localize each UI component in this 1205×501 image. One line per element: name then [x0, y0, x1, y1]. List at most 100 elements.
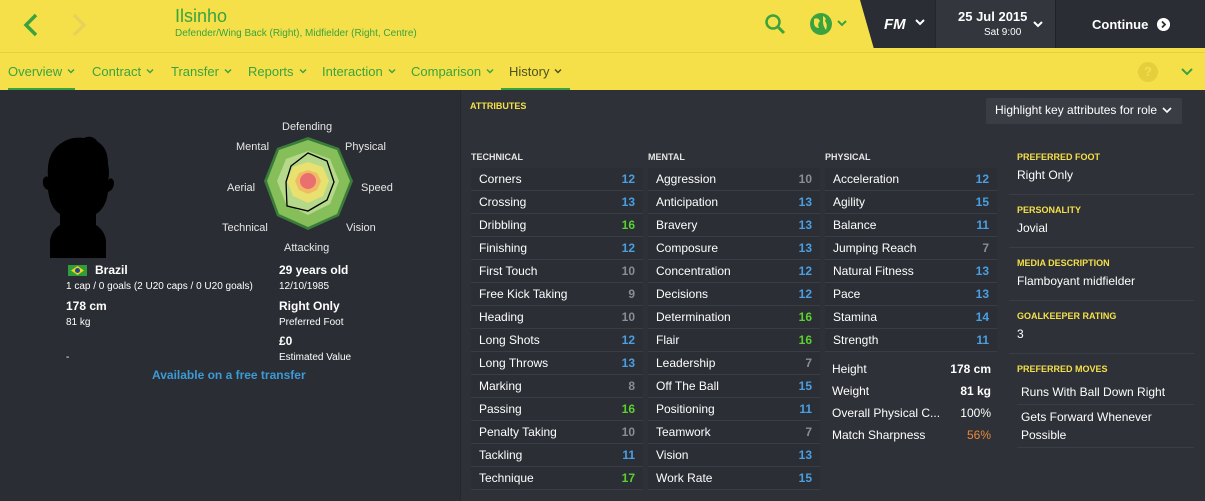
attribute-row[interactable]: Teamwork 7	[648, 421, 820, 444]
stat-value: 56%	[966, 428, 991, 442]
attribute-row[interactable]: Finishing 12	[471, 237, 643, 260]
attribute-row[interactable]: Free Kick Taking 9	[471, 283, 643, 306]
attribute-row[interactable]: Bravery 13	[648, 214, 820, 237]
attribute-row[interactable]: Off The Ball 15	[648, 375, 820, 398]
date-display[interactable]: 25 Jul 2015 Sat 9:00	[935, 0, 1055, 48]
attribute-row[interactable]: Long Throws 13	[471, 352, 643, 375]
tab-reports[interactable]: Reports	[248, 53, 307, 91]
attribute-row[interactable]: Determination 16	[648, 306, 820, 329]
attribute-row[interactable]: Natural Fitness 13	[825, 260, 997, 283]
forward-arrow-icon[interactable]	[66, 10, 92, 40]
chevron-down-icon	[299, 68, 307, 74]
player-age: 29 years old	[279, 263, 349, 277]
attribute-value: 11	[976, 333, 989, 347]
attribute-value: 16	[798, 310, 812, 324]
attribute-name: Free Kick Taking	[479, 287, 568, 301]
chevron-down-icon[interactable]	[1032, 18, 1044, 30]
attribute-value: 12	[621, 333, 635, 347]
physical-attributes: Acceleration 12 Agility 15 Balance 11 Jumping …	[825, 168, 997, 352]
attribute-value: 17	[621, 471, 635, 485]
radar-label-technical: Technical	[222, 222, 268, 234]
radar-label-vision: Vision	[346, 222, 376, 234]
chevron-down-icon	[486, 68, 494, 74]
attribute-row[interactable]: Leadership 7	[648, 352, 820, 375]
brazil-flag-icon	[68, 265, 87, 276]
help-button[interactable]: ?	[1138, 62, 1158, 82]
physical-header: PHYSICAL	[825, 152, 871, 162]
attribute-row[interactable]: Crossing 13	[471, 191, 643, 214]
preferred-foot-value: Right Only	[279, 299, 340, 313]
attribute-name: Positioning	[656, 402, 715, 416]
attribute-row[interactable]: Balance 11	[825, 214, 997, 237]
fm-logo[interactable]: FM	[884, 16, 906, 33]
physical-stats: Height 178 cm Weight 81 kg Overall Physi…	[824, 358, 999, 446]
attribute-name: Determination	[656, 310, 731, 324]
attribute-row[interactable]: Passing 16	[471, 398, 643, 421]
chevron-down-icon	[67, 68, 75, 74]
continue-arrow-icon	[1157, 18, 1170, 31]
attribute-row[interactable]: Agility 15	[825, 191, 997, 214]
attribute-row[interactable]: Positioning 11	[648, 398, 820, 421]
attribute-row[interactable]: Acceleration 12	[825, 168, 997, 191]
attribute-name: Marking	[479, 379, 522, 393]
attribute-value: 13	[621, 195, 635, 209]
attribute-name: Leadership	[656, 356, 716, 370]
attribute-name: Acceleration	[833, 172, 900, 186]
highlight-role-label: Highlight key attributes for role	[995, 103, 1158, 117]
attribute-row[interactable]: Decisions 12	[648, 283, 820, 306]
attribute-name: Long Throws	[479, 356, 549, 370]
attribute-name: Corners	[479, 172, 522, 186]
attribute-name: Vision	[656, 448, 689, 462]
tab-comparison[interactable]: Comparison	[411, 53, 494, 91]
attribute-row[interactable]: Heading 10	[471, 306, 643, 329]
attribute-row[interactable]: First Touch 10	[471, 260, 643, 283]
nationality: Brazil	[95, 263, 128, 277]
tab-history[interactable]: History	[501, 53, 571, 91]
attribute-row[interactable]: Concentration 12	[648, 260, 820, 283]
tab-contract[interactable]: Contract	[92, 53, 154, 91]
attribute-name: Bravery	[656, 218, 698, 232]
attribute-row[interactable]: Tackling 11	[471, 444, 643, 467]
attribute-row[interactable]: Long Shots 12	[471, 329, 643, 352]
tab-transfer[interactable]: Transfer	[171, 53, 232, 91]
radar-label-aerial: Aerial	[227, 182, 256, 194]
player-dob: 12/10/1985	[279, 281, 330, 292]
attribute-row[interactable]: Composure 13	[648, 237, 820, 260]
attribute-row[interactable]: Anticipation 13	[648, 191, 820, 214]
attribute-row[interactable]: Marking 8	[471, 375, 643, 398]
transfer-status-link[interactable]: Available on a free transfer	[152, 368, 306, 382]
attribute-row[interactable]: Aggression 10	[648, 168, 820, 191]
attribute-name: Work Rate	[656, 471, 713, 485]
tab-overview[interactable]: Overview	[8, 53, 76, 91]
attribute-row[interactable]: Jumping Reach 7	[825, 237, 997, 260]
chevron-down-icon[interactable]	[914, 16, 926, 28]
attribute-row[interactable]: Work Rate 15	[648, 467, 820, 490]
chevron-down-icon[interactable]	[1180, 66, 1194, 78]
attribute-name: Teamwork	[656, 425, 711, 439]
attribute-row[interactable]: Penalty Taking 10	[471, 421, 643, 444]
attribute-value: 16	[798, 333, 812, 347]
radar-label-mental: Mental	[236, 141, 270, 153]
highlight-role-dropdown[interactable]: Highlight key attributes for role	[986, 98, 1182, 124]
attribute-row[interactable]: Strength 11	[825, 329, 997, 352]
search-icon[interactable]	[763, 12, 787, 36]
tab-interaction[interactable]: Interaction	[322, 53, 396, 91]
profile-panel: Defending Physical Speed Vision Attackin…	[0, 90, 460, 501]
attribute-row[interactable]: Corners 12	[471, 168, 643, 191]
attribute-row[interactable]: Dribbling 16	[471, 214, 643, 237]
attribute-value: 9	[628, 287, 635, 301]
player-name: Ilsinho	[175, 6, 228, 26]
attribute-row[interactable]: Vision 13	[648, 444, 820, 467]
radar-label-attacking: Attacking	[284, 242, 330, 254]
attribute-name: Penalty Taking	[479, 425, 557, 439]
globe-icon[interactable]	[808, 10, 852, 38]
attribute-value: 11	[799, 402, 812, 416]
attribute-row[interactable]: Stamina 14	[825, 306, 997, 329]
attribute-row[interactable]: Technique 17	[471, 467, 643, 490]
attribute-row[interactable]: Flair 16	[648, 329, 820, 352]
back-arrow-icon[interactable]	[18, 10, 44, 40]
attribute-name: Pace	[833, 287, 861, 301]
attribute-value: 13	[798, 448, 812, 462]
attribute-row[interactable]: Pace 13	[825, 283, 997, 306]
continue-button[interactable]: Continue	[1055, 0, 1205, 48]
